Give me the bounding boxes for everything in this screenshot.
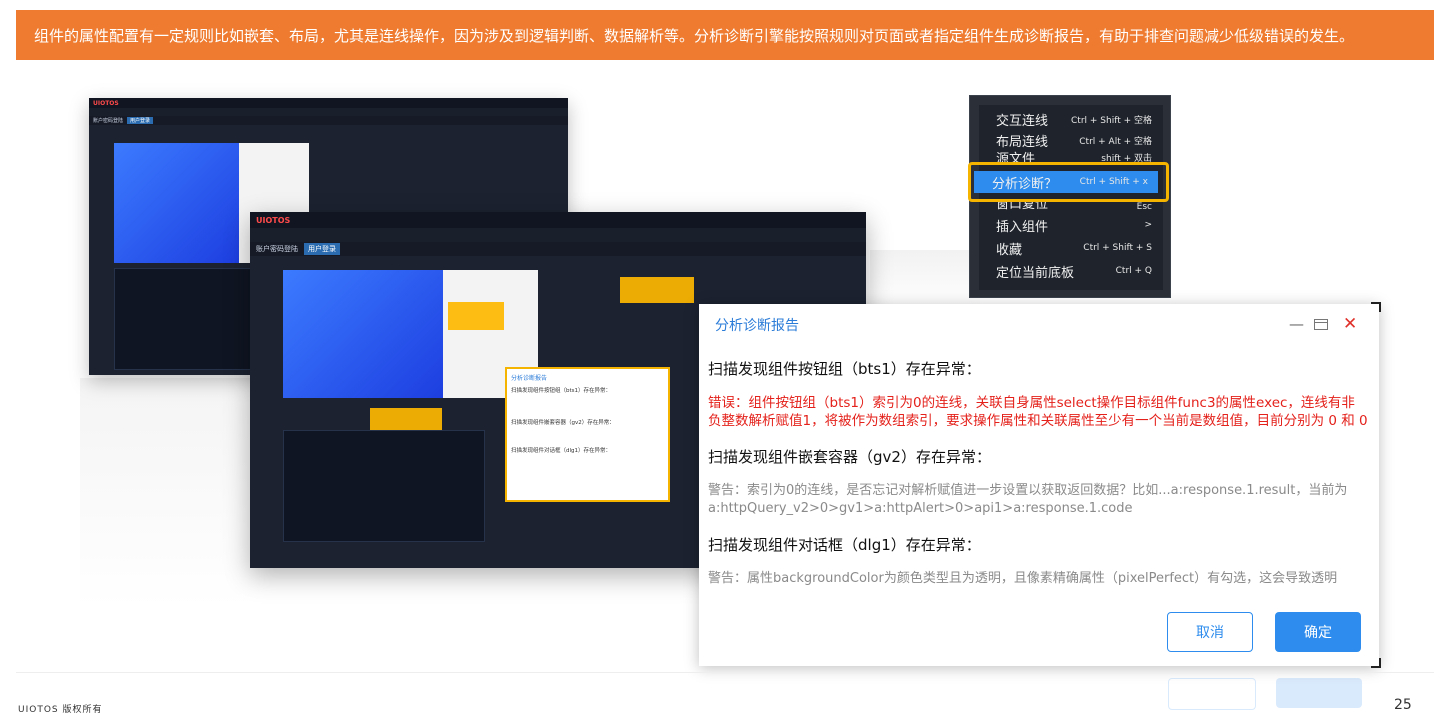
minimize-icon[interactable]: — (1289, 316, 1304, 332)
editor-logo: UIOTOS (256, 215, 291, 225)
tab-home: 账户密码登陆 (256, 245, 298, 253)
tab-home: 账户密码登陆 (93, 118, 124, 124)
menu-item-shortcut: Ctrl + Q (1115, 266, 1152, 276)
menu-item-shortcut: Ctrl + Alt + 空格 (1079, 136, 1152, 147)
menu-item-favorite[interactable]: 收藏 Ctrl + Shift + S (978, 237, 1162, 259)
editor-toolbar (250, 228, 866, 242)
floor-reflection (870, 250, 980, 310)
mini-dialog-title: 分析诊断报告 (511, 375, 548, 382)
floor-reflection (80, 378, 260, 608)
menu-item-label: 布局连线 (996, 134, 1049, 150)
close-icon[interactable]: ✕ (1343, 316, 1357, 333)
mini-heading: 扫描发现组件按钮组（bts1）存在异常： (511, 388, 612, 394)
mini-diagnostic-dialog: 分析诊断报告 扫描发现组件按钮组（bts1）存在异常： 扫描发现组件嵌套容器（g… (505, 367, 670, 502)
error-message: 错误：组件按钮组（bts1）索引为0的连线，关联自身属性select操作目标组件… (708, 395, 1368, 429)
canvas-illustration (283, 270, 443, 398)
annotation-note (448, 302, 504, 330)
menu-item-insert-component[interactable]: 插入组件 > (978, 214, 1162, 236)
menu-item-label: 插入组件 (996, 219, 1049, 235)
menu-item-label: 定位当前底板 (996, 265, 1075, 281)
page-number: 25 (1394, 697, 1412, 713)
warning-message: 警告：属性backgroundColor为颜色类型且为透明，且像素精确属性（pi… (708, 571, 1338, 586)
banner-text: 组件的属性配置有一定规则比如嵌套、布局，尤其是连线操作，因为涉及到逻辑判断、数据… (34, 26, 1355, 45)
menu-item-label: 交互连线 (996, 113, 1049, 129)
maximize-icon[interactable] (1314, 319, 1328, 330)
menu-item-interaction-link[interactable]: 交互连线 Ctrl + Shift + 空格 (978, 108, 1162, 130)
section-heading: 扫描发现组件嵌套容器（gv2）存在异常： (708, 448, 991, 466)
confirm-button[interactable]: 确定 (1275, 612, 1361, 652)
button-reflection (1168, 672, 1362, 710)
cancel-button[interactable]: 取消 (1167, 612, 1253, 652)
editor-toolbar (89, 108, 568, 116)
dashboard-preview (114, 268, 256, 370)
menu-item-shortcut: Esc (1136, 202, 1152, 212)
menu-item-locate-base[interactable]: 定位当前底板 Ctrl + Q (978, 260, 1162, 282)
menu-item-layout-link[interactable]: 布局连线 Ctrl + Alt + 空格 (978, 129, 1162, 151)
dialog-title: 分析诊断报告 (715, 318, 799, 334)
warning-message: 警告：索引为0的连线，是否忘记对解析赋值进一步设置以获取返回数据？比如...a:… (708, 483, 1348, 516)
menu-item-label: 收藏 (996, 242, 1023, 258)
menu-item-shortcut: > (1144, 220, 1152, 230)
mini-warning-text (511, 428, 664, 442)
section-heading: 扫描发现组件按钮组（bts1）存在异常： (708, 360, 981, 378)
mini-heading: 扫描发现组件对话框（dlg1）存在异常： (511, 448, 612, 454)
tab-active: 用户登录 (304, 243, 340, 255)
menu-item-shortcut: Ctrl + Shift + 空格 (1071, 115, 1152, 126)
dashboard-preview (283, 430, 485, 542)
annotation-note (620, 277, 694, 303)
section-heading: 扫描发现组件对话框（dlg1）存在异常： (708, 536, 981, 554)
menu-item-shortcut: Ctrl + Shift + S (1083, 243, 1152, 253)
mini-heading: 扫描发现组件嵌套容器（gv2）存在异常： (511, 420, 615, 426)
tab-active: 用户登录 (127, 117, 154, 124)
highlight-frame (968, 162, 1169, 202)
editor-logo: UIOTOS (93, 99, 119, 107)
mini-error-text (511, 396, 664, 414)
corner-mark (1371, 658, 1381, 668)
footer-divider (16, 672, 1434, 673)
diagnostic-report-dialog: 分析诊断报告 — ✕ 扫描发现组件按钮组（bts1）存在异常： 错误：组件按钮组… (699, 304, 1379, 666)
copyright-text: UIOTOS 版权所有 (18, 705, 103, 715)
top-banner: 组件的属性配置有一定规则比如嵌套、布局，尤其是连线操作，因为涉及到逻辑判断、数据… (16, 10, 1434, 60)
canvas-illustration (114, 143, 239, 263)
